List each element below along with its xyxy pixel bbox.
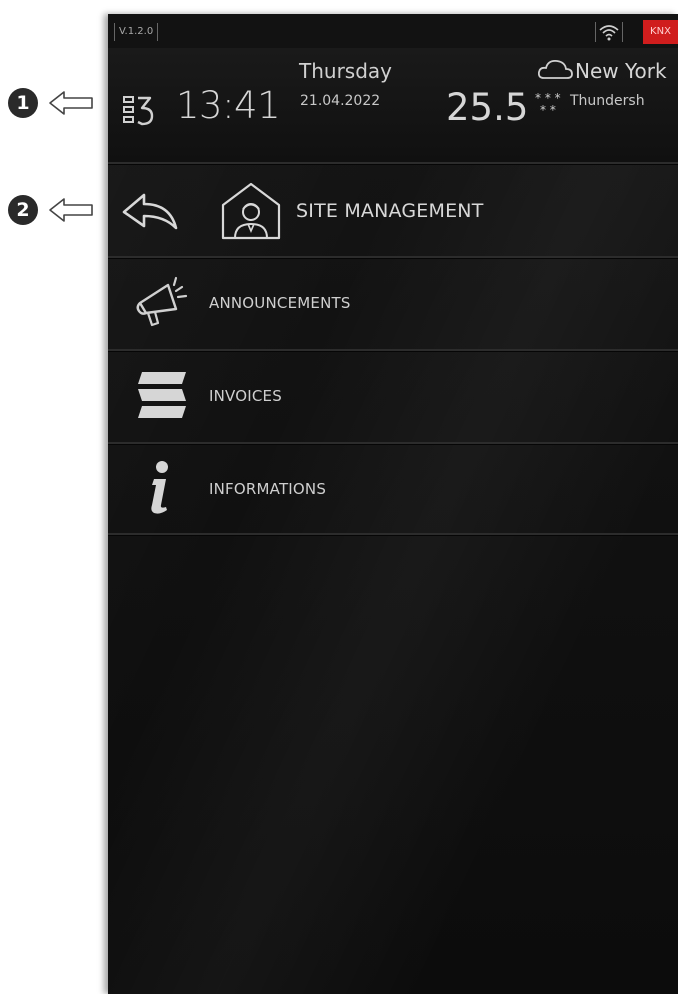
snow-icon: * * * * * xyxy=(535,91,561,117)
city-label: New York xyxy=(575,59,667,83)
megaphone-icon xyxy=(136,276,188,327)
menu-item-invoices[interactable]: INVOICES xyxy=(108,352,678,442)
invoice-stack-icon xyxy=(138,372,186,418)
page-title-row: SITE MANAGEMENT xyxy=(108,164,678,257)
mode-grid-icon[interactable] xyxy=(122,94,156,126)
header: 13:41 Thursday 21.04.2022 25.5 * * * * *… xyxy=(108,48,678,163)
knx-status-badge: KNX xyxy=(643,20,678,44)
cloud-icon xyxy=(538,59,573,79)
callout-1: 1 xyxy=(8,88,108,118)
wifi-icon xyxy=(595,22,623,42)
weather-condition: Thundersh xyxy=(570,93,645,109)
menu-item-label: INFORMATIONS xyxy=(209,480,327,498)
left-arrow-icon xyxy=(49,198,93,222)
menu-item-informations[interactable]: INFORMATIONS xyxy=(108,445,678,535)
menu-item-announcements[interactable]: ANNOUNCEMENTS xyxy=(108,259,678,349)
callout-number: 1 xyxy=(8,88,38,118)
divider xyxy=(108,533,678,536)
menu-item-label: INVOICES xyxy=(209,387,282,405)
page-title: SITE MANAGEMENT xyxy=(296,200,484,222)
device-screen: V.1.2.0 KNX 13:41 Thursday 21.04.2022 25… xyxy=(108,14,678,994)
back-icon[interactable] xyxy=(120,192,182,234)
weekday-label: Thursday xyxy=(299,59,392,83)
callout-2: 2 xyxy=(8,195,108,225)
date-label: 21.04.2022 xyxy=(300,93,381,109)
status-bar: V.1.2.0 KNX xyxy=(108,14,678,48)
info-icon xyxy=(151,461,168,514)
version-label: V.1.2.0 xyxy=(114,23,159,41)
site-management-icon xyxy=(221,182,281,240)
clock-time: 13:41 xyxy=(176,84,281,127)
svg-text:* *: * * xyxy=(540,103,556,117)
callout-number: 2 xyxy=(8,195,38,225)
left-arrow-icon xyxy=(49,91,93,115)
menu-item-label: ANNOUNCEMENTS xyxy=(209,294,351,312)
temperature-value: 25.5 xyxy=(446,86,529,129)
